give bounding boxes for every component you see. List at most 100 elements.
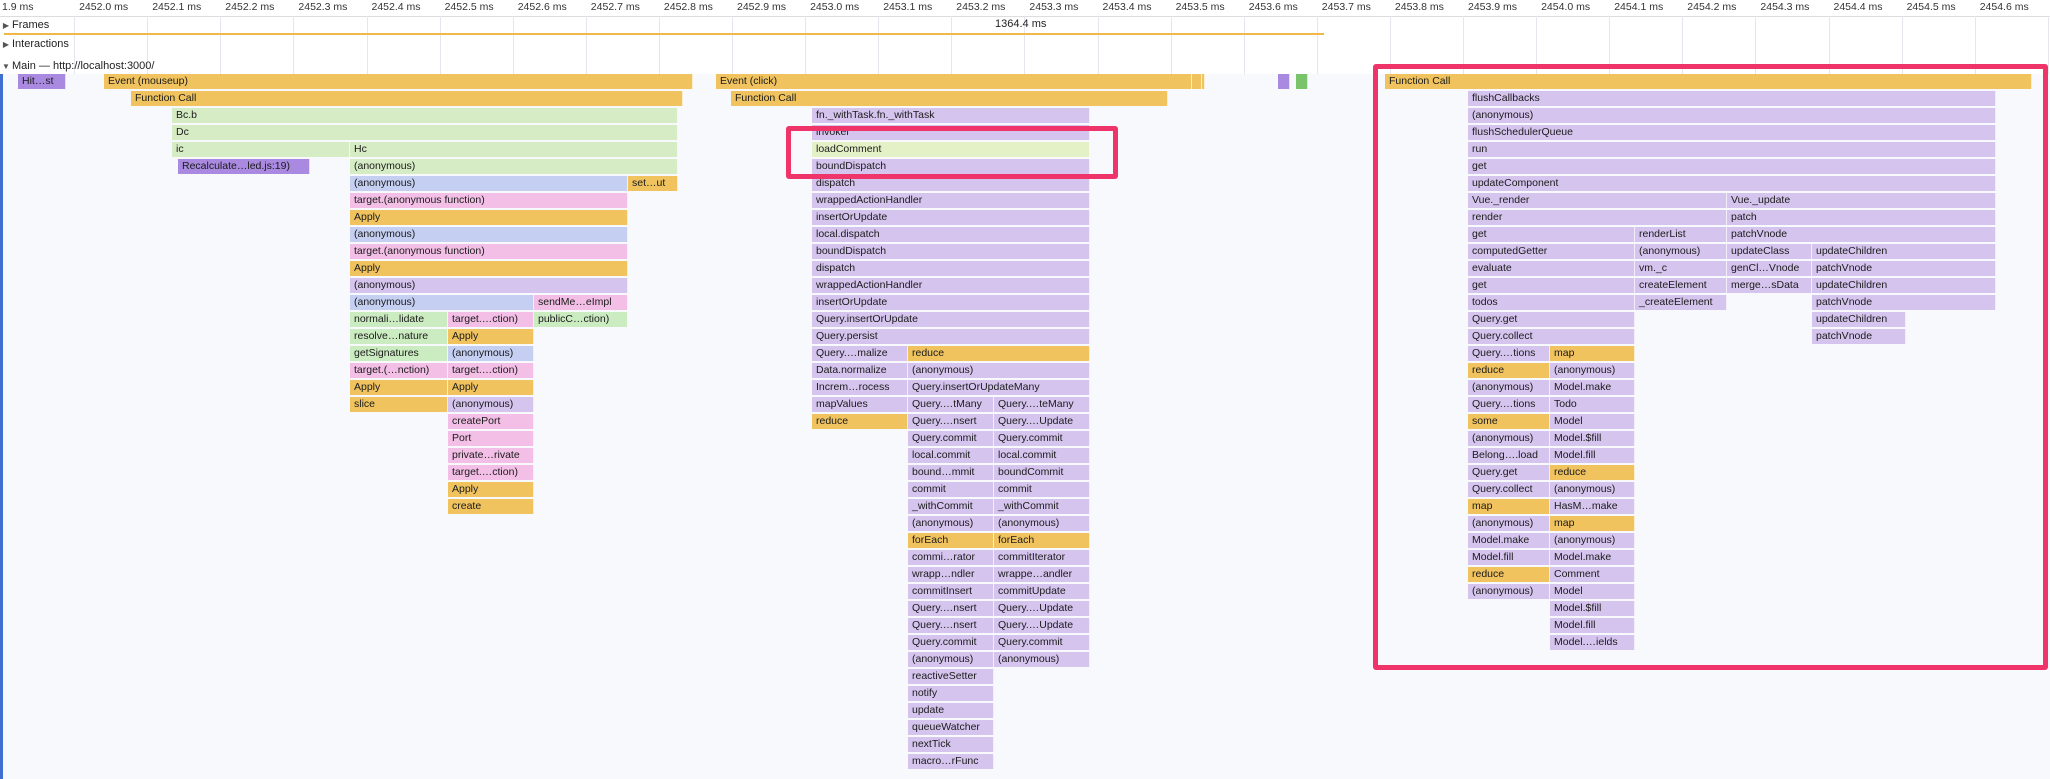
flame-block[interactable]: Query.commit [994, 635, 1090, 650]
flame-block[interactable]: insertOrUpdate [812, 295, 1090, 310]
flame-block[interactable]: (anonymous) [350, 295, 534, 310]
flame-block[interactable]: dispatch [812, 176, 1090, 191]
flame-block[interactable]: Event (click) [716, 74, 1205, 89]
flame-block[interactable]: ic [172, 142, 350, 157]
flame-block[interactable]: map [1550, 516, 1635, 531]
flame-block[interactable]: fn._withTask.fn._withTask [812, 108, 1090, 123]
flame-block[interactable]: (anonymous) [1550, 482, 1635, 497]
flame-block[interactable]: (anonymous) [350, 159, 678, 174]
flame-block[interactable]: local.dispatch [812, 227, 1090, 242]
flame-block[interactable]: Model.$fill [1550, 431, 1635, 446]
flame-block[interactable]: publicC…ction) [534, 312, 628, 327]
flame-block[interactable]: commi…rator [908, 550, 994, 565]
flame-block[interactable]: get [1468, 278, 1635, 293]
flame-chart[interactable]: Hit…st Event (mouseup) Function Call Bc.b Dc… [0, 74, 2050, 779]
flame-block[interactable]: wrapp…ndler [908, 567, 994, 582]
flame-block[interactable]: Model.make [1550, 380, 1635, 395]
flame-block[interactable]: Model.fill [1550, 448, 1635, 463]
flame-block[interactable]: renderList [1635, 227, 1727, 242]
flame-block[interactable]: Query.commit [994, 431, 1090, 446]
flame-block[interactable]: target.(anonymous function) [350, 193, 628, 208]
flame-block[interactable]: forEach [908, 533, 994, 548]
flame-block[interactable]: updateChildren [1812, 278, 1996, 293]
flame-block[interactable]: Model.$fill [1550, 601, 1635, 616]
flame-block[interactable]: mapValues [812, 397, 908, 412]
main-thread-track[interactable]: ▼ Main — http://localhost:3000/ [0, 58, 2050, 74]
flame-block[interactable]: commitInsert [908, 584, 994, 599]
flame-block[interactable]: Apply [350, 210, 628, 225]
flame-block[interactable]: vm._c [1635, 261, 1727, 276]
flame-block[interactable]: create [448, 499, 534, 514]
flame-block[interactable]: Query.get [1468, 312, 1635, 327]
flame-block[interactable]: reduce [812, 414, 908, 429]
flame-block[interactable]: loadComment [812, 142, 1090, 157]
flame-block[interactable]: Port [448, 431, 534, 446]
flame-block[interactable]: (anonymous) [908, 363, 1090, 378]
flame-block[interactable]: local.commit [908, 448, 994, 463]
flame-block[interactable]: set…ut [628, 176, 678, 191]
collapse-arrow-icon[interactable]: ▼ [0, 59, 12, 75]
flame-block[interactable] [1198, 74, 1202, 89]
flame-block[interactable]: Query.…Update [994, 414, 1090, 429]
flame-block[interactable]: commit [994, 482, 1090, 497]
flame-block[interactable]: reactiveSetter [908, 669, 994, 684]
flame-block[interactable]: Query.…nsert [908, 601, 994, 616]
flame-block[interactable]: (anonymous) [1635, 244, 1727, 259]
flame-block[interactable]: notify [908, 686, 994, 701]
flame-block[interactable]: get [1468, 227, 1635, 242]
flame-block[interactable]: nextTick [908, 737, 994, 752]
flame-block[interactable]: Model.fill [1550, 618, 1635, 633]
flame-block[interactable]: Vue._update [1727, 193, 1996, 208]
flame-block[interactable]: (anonymous) [908, 516, 994, 531]
flame-block[interactable]: commitUpdate [994, 584, 1090, 599]
flame-block[interactable]: commit [908, 482, 994, 497]
flame-block[interactable]: Query.insertOrUpdate [812, 312, 1090, 327]
flame-block[interactable]: Apply [350, 380, 448, 395]
flame-block[interactable]: createPort [448, 414, 534, 429]
flame-block[interactable]: Query.…tions [1468, 346, 1550, 361]
flame-block[interactable]: Query.…Update [994, 618, 1090, 633]
flame-block[interactable]: merge…sData [1727, 278, 1812, 293]
flame-block[interactable]: Dc [172, 125, 678, 140]
flame-block[interactable]: Query.…tMany [908, 397, 994, 412]
flame-block[interactable]: computedGetter [1468, 244, 1635, 259]
expand-arrow-icon[interactable]: ▶ [0, 37, 12, 53]
flame-block[interactable] [1188, 74, 1192, 89]
flame-block[interactable]: (anonymous) [1468, 108, 1996, 123]
flame-block[interactable]: (anonymous) [1550, 363, 1635, 378]
flame-block[interactable]: Apply [448, 329, 534, 344]
flame-block[interactable]: reduce [1550, 465, 1635, 480]
flame-block[interactable]: dispatch [812, 261, 1090, 276]
expand-arrow-icon[interactable]: ▶ [0, 18, 12, 34]
flame-block[interactable]: (anonymous) [1468, 431, 1550, 446]
flame-block[interactable]: queueWatcher [908, 720, 994, 735]
flame-block[interactable]: render [1468, 210, 1727, 225]
flame-block[interactable]: Event (mouseup) [104, 74, 693, 89]
flame-block[interactable]: Apply [350, 261, 628, 276]
flame-block[interactable]: patchVnode [1812, 329, 1906, 344]
flame-block[interactable]: local.commit [994, 448, 1090, 463]
flame-block[interactable]: Model.…ields [1550, 635, 1635, 650]
flame-block[interactable]: Query.commit [908, 635, 994, 650]
flame-block[interactable]: _withCommit [908, 499, 994, 514]
flame-block[interactable]: run [1468, 142, 1996, 157]
flame-block[interactable]: Recalculate…led.js:19) [178, 159, 310, 174]
flame-block[interactable] [1296, 74, 1308, 89]
flame-block[interactable]: target.(…nction) [350, 363, 448, 378]
flame-block[interactable]: createElement [1635, 278, 1727, 293]
flame-block[interactable]: resolve…nature [350, 329, 448, 344]
flame-block[interactable]: (anonymous) [350, 227, 628, 242]
flame-block[interactable]: Query.insertOrUpdateMany [908, 380, 1090, 395]
flame-block[interactable]: map [1468, 499, 1550, 514]
flame-block[interactable]: target.…ction) [448, 465, 534, 480]
flame-block[interactable]: reduce [1468, 567, 1550, 582]
flame-block[interactable]: Model.make [1550, 550, 1635, 565]
flame-block[interactable]: normali…lidate [350, 312, 448, 327]
flame-block[interactable]: forEach [994, 533, 1090, 548]
flame-block[interactable]: getSignatures [350, 346, 448, 361]
flame-block[interactable]: get [1468, 159, 1996, 174]
flame-block[interactable]: (anonymous) [350, 278, 628, 293]
interactions-track[interactable]: ▶ Interactions [0, 36, 2050, 52]
flame-block[interactable]: Query.…tions [1468, 397, 1550, 412]
flame-block[interactable]: (anonymous) [1468, 516, 1550, 531]
